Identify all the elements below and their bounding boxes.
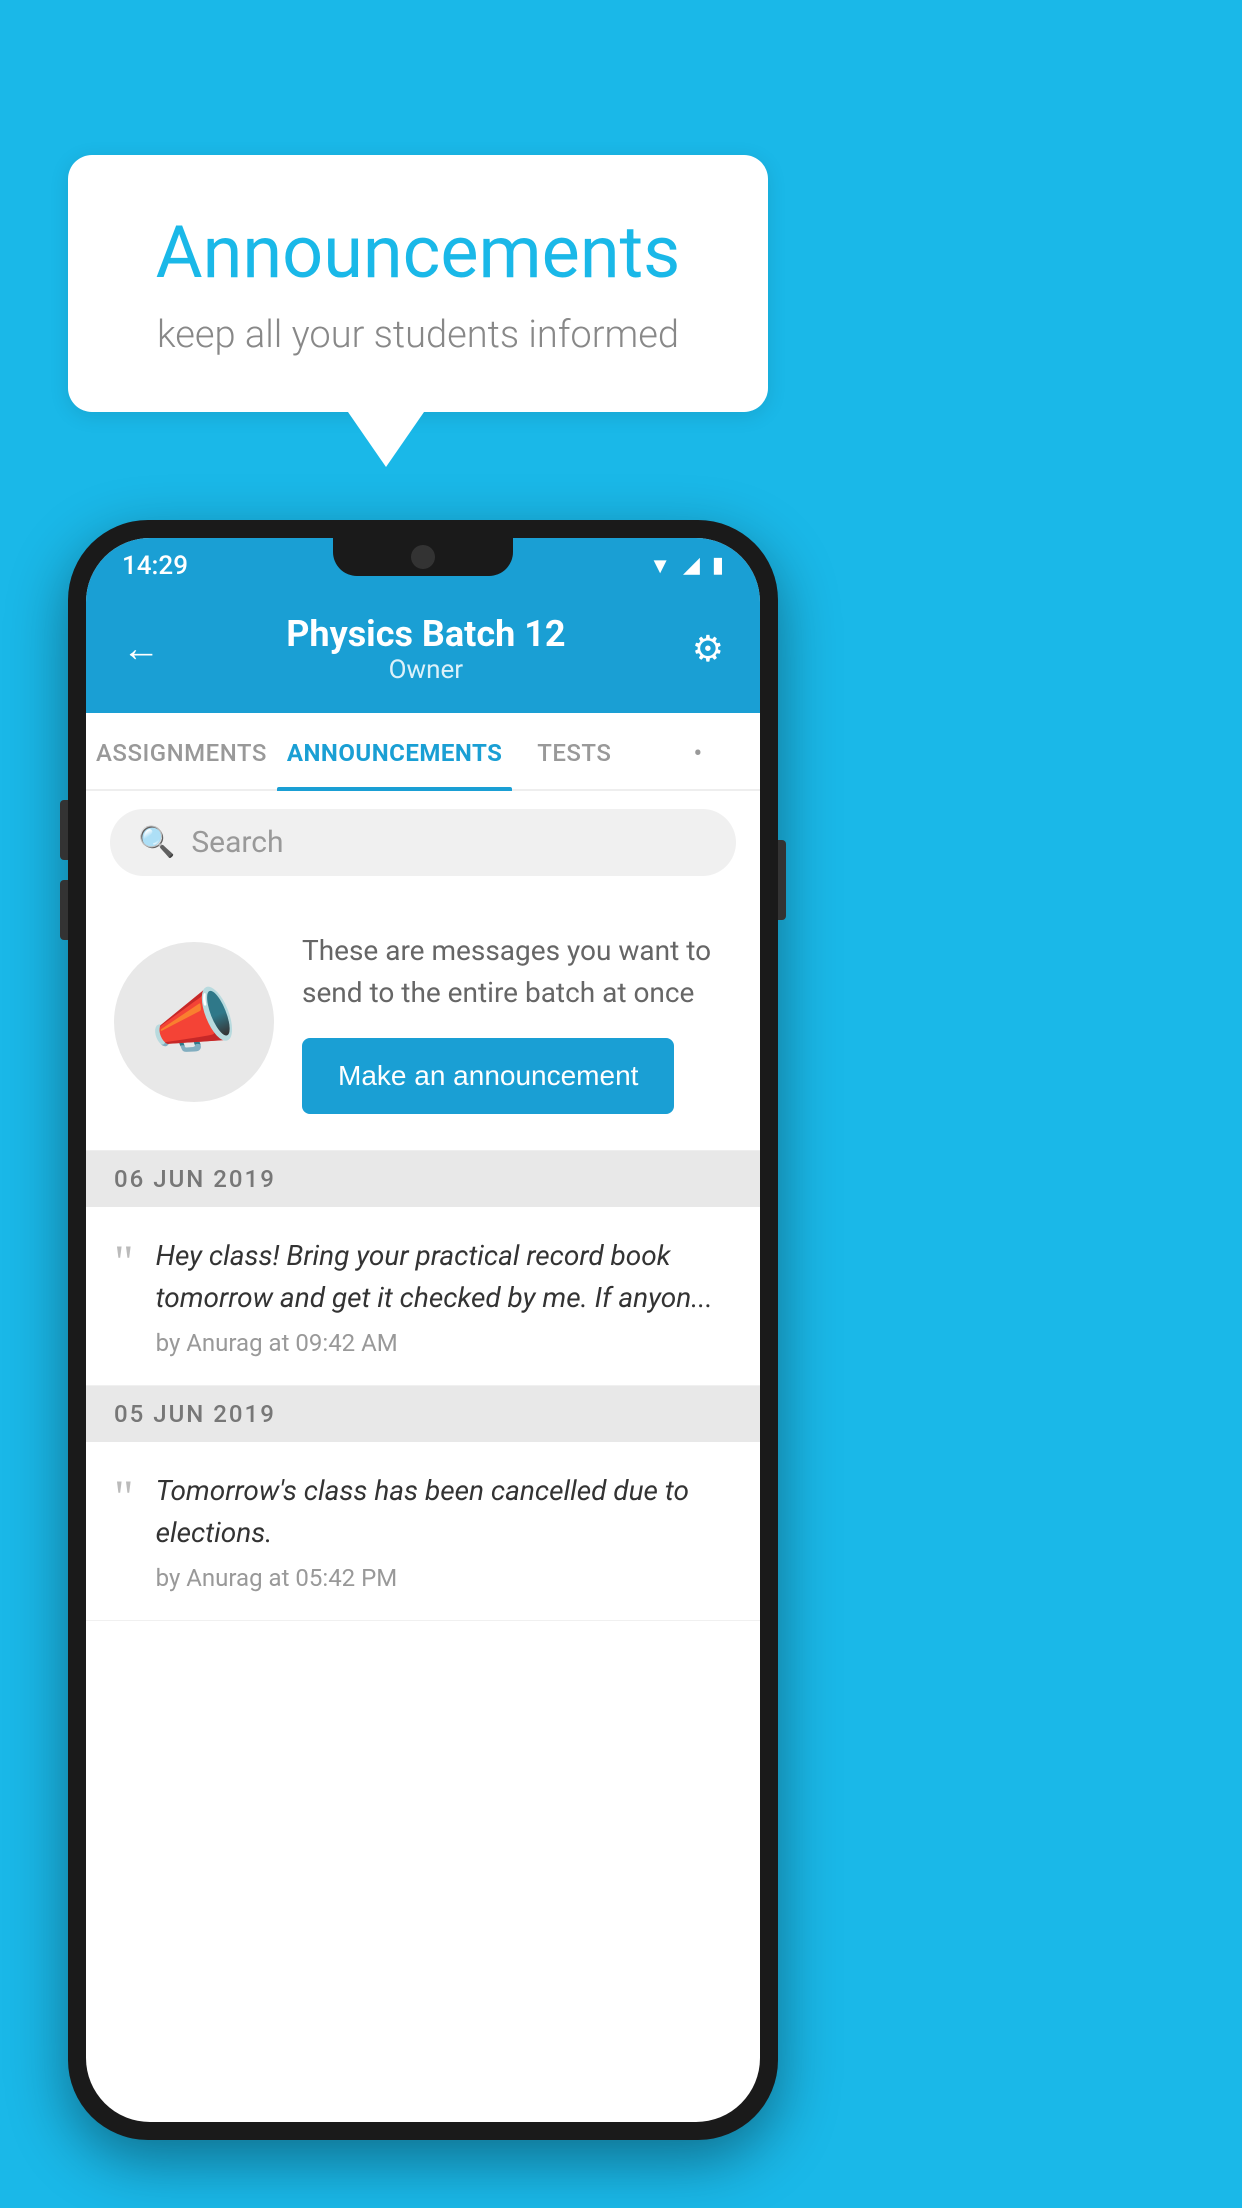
search-placeholder: Search (191, 825, 283, 860)
search-bar[interactable]: 🔍 Search (110, 809, 736, 876)
date-label-2: 05 JUN 2019 (114, 1400, 276, 1428)
announcement-content-1: Hey class! Bring your practical record b… (156, 1235, 732, 1357)
tab-more[interactable]: • (636, 713, 760, 789)
announcement-meta-2: by Anurag at 05:42 PM (156, 1564, 732, 1592)
phone-power-button (778, 840, 786, 920)
phone-mockup: 14:29 ▼ ◢ ▮ ← Physics Batch 12 Owner ⚙ A… (68, 520, 778, 2140)
status-time: 14:29 (122, 551, 188, 581)
tab-bar: ASSIGNMENTS ANNOUNCEMENTS TESTS • (86, 713, 760, 791)
header-subtitle: Owner (160, 655, 692, 685)
tab-announcements[interactable]: ANNOUNCEMENTS (277, 713, 513, 789)
promo-icon-circle: 📣 (114, 942, 274, 1102)
phone-notch (333, 538, 513, 576)
speech-bubble: Announcements keep all your students inf… (68, 155, 768, 412)
announcement-item-2[interactable]: " Tomorrow's class has been cancelled du… (86, 1442, 760, 1621)
speech-bubble-subtitle: keep all your students informed (128, 313, 708, 357)
content-area: 🔍 Search 📣 These are messages you want t… (86, 791, 760, 1621)
phone-camera (411, 545, 435, 569)
wifi-icon: ▼ (649, 553, 671, 579)
date-divider-1: 06 JUN 2019 (86, 1151, 760, 1207)
phone-frame: 14:29 ▼ ◢ ▮ ← Physics Batch 12 Owner ⚙ A… (68, 520, 778, 2140)
signal-icon: ◢ (683, 553, 700, 578)
back-button[interactable]: ← (122, 627, 160, 671)
app-header: ← Physics Batch 12 Owner ⚙ (86, 593, 760, 713)
promo-description: These are messages you want to send to t… (302, 930, 732, 1014)
phone-volume-down-button (60, 880, 68, 940)
battery-icon: ▮ (712, 553, 724, 578)
promo-section: 📣 These are messages you want to send to… (86, 894, 760, 1151)
announcement-message-2: Tomorrow's class has been cancelled due … (156, 1470, 732, 1554)
speech-bubble-title: Announcements (128, 210, 708, 295)
tab-assignments[interactable]: ASSIGNMENTS (86, 713, 277, 789)
announcement-message-1: Hey class! Bring your practical record b… (156, 1235, 732, 1319)
announcement-meta-1: by Anurag at 09:42 AM (156, 1329, 732, 1357)
header-title: Physics Batch 12 (160, 613, 692, 655)
megaphone-icon: 📣 (150, 981, 237, 1063)
speech-bubble-card: Announcements keep all your students inf… (68, 155, 768, 467)
settings-icon[interactable]: ⚙ (692, 628, 724, 670)
promo-right: These are messages you want to send to t… (302, 930, 732, 1114)
tab-tests[interactable]: TESTS (512, 713, 636, 789)
announcement-content-2: Tomorrow's class has been cancelled due … (156, 1470, 732, 1592)
status-icons: ▼ ◢ ▮ (649, 553, 724, 579)
date-divider-2: 05 JUN 2019 (86, 1386, 760, 1442)
search-container: 🔍 Search (86, 791, 760, 894)
header-center: Physics Batch 12 Owner (160, 613, 692, 685)
quote-icon-2: " (114, 1474, 134, 1522)
phone-volume-up-button (60, 800, 68, 860)
quote-icon-1: " (114, 1239, 134, 1287)
date-label-1: 06 JUN 2019 (114, 1165, 276, 1193)
announcement-item-1[interactable]: " Hey class! Bring your practical record… (86, 1207, 760, 1386)
make-announcement-button[interactable]: Make an announcement (302, 1038, 674, 1114)
phone-screen: 14:29 ▼ ◢ ▮ ← Physics Batch 12 Owner ⚙ A… (86, 538, 760, 2122)
search-icon: 🔍 (138, 825, 175, 860)
speech-bubble-tail (348, 412, 424, 467)
